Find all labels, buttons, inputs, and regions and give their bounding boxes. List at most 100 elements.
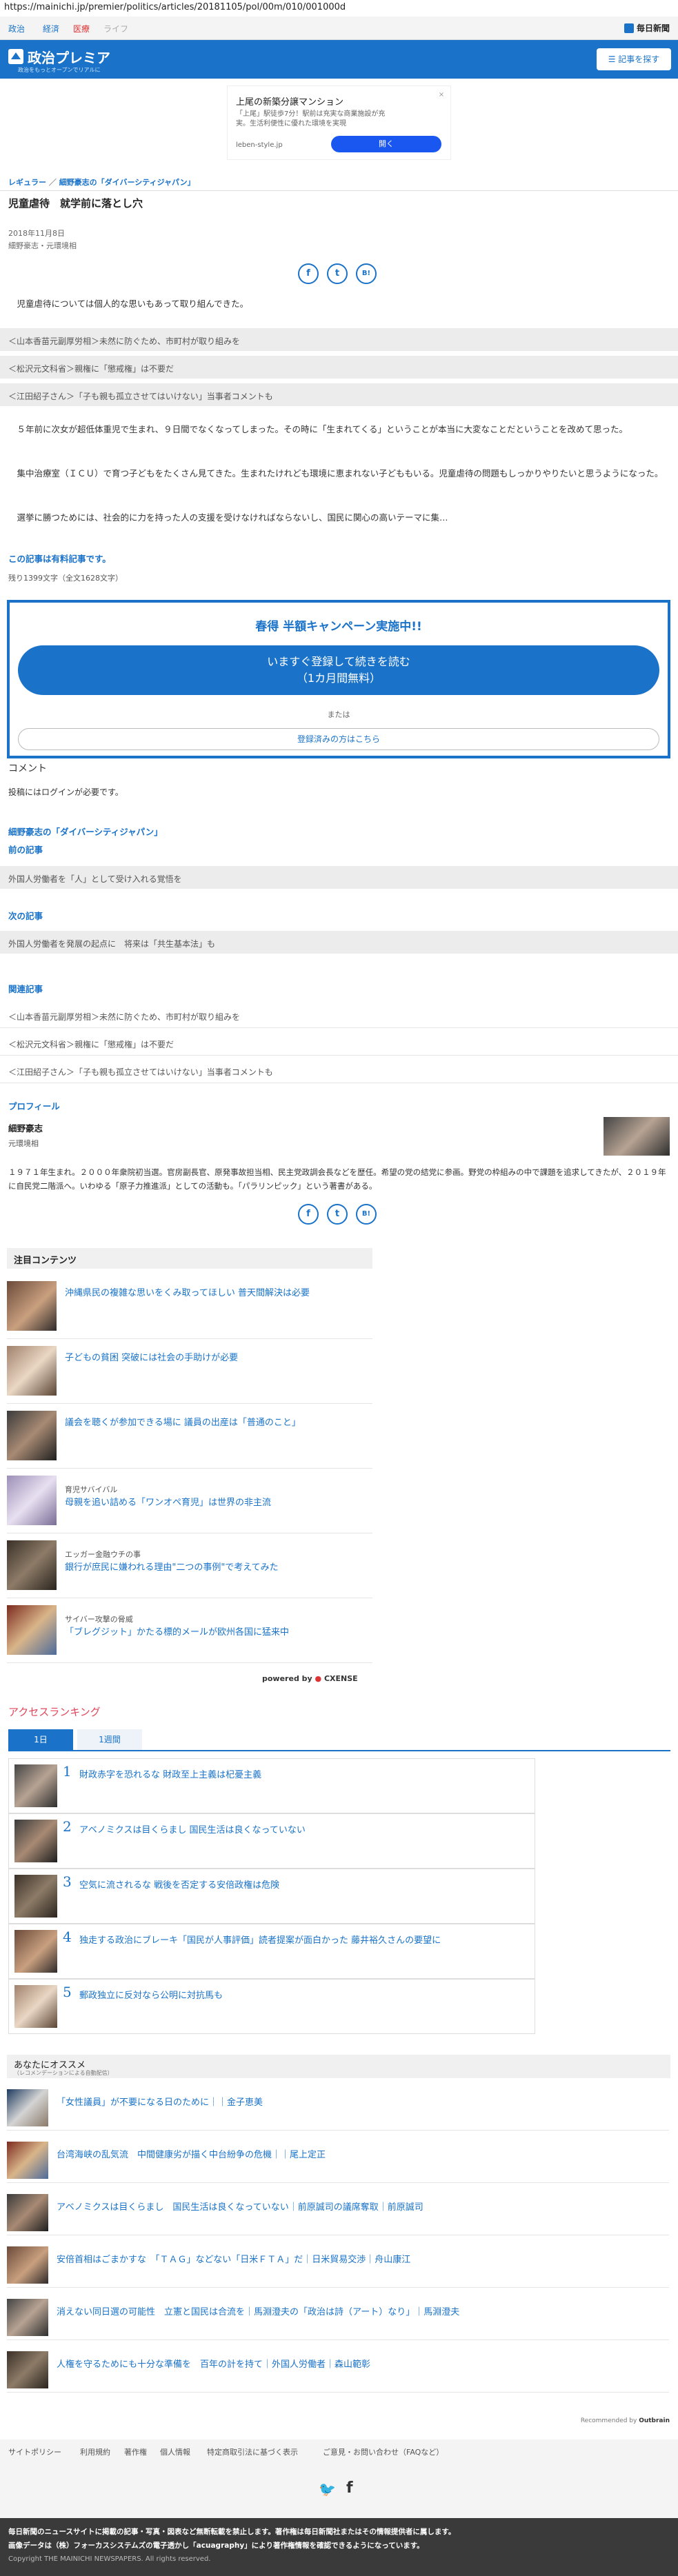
- outbrain-label: Recommended by: [580, 2417, 637, 2424]
- footer-link[interactable]: 個人情報: [160, 2446, 190, 2457]
- search-articles-button[interactable]: ☰ 記事を探す: [597, 48, 671, 70]
- divider: [0, 190, 678, 191]
- featured-item[interactable]: 沖縄県民の複雑な思いをくみ取ってほしい 普天間解決は必要: [7, 1274, 372, 1339]
- featured-item[interactable]: サイバー攻撃の脅威 「ブレグジット」かたる標的メールが欧州各国に猛来中: [7, 1598, 372, 1663]
- copyright-notice: 毎日新聞のニュースサイトに掲載の記事・写真・図表など無断転載を禁止します。著作権…: [8, 2528, 456, 2536]
- ranking-tab-day[interactable]: 1日: [8, 1729, 73, 1750]
- article-paragraph: ５年前に次女が超低体重児で生まれ、９日間でなくなってしまった。その時に「生まれて…: [17, 424, 628, 434]
- related-item[interactable]: ＜松沢元文科省＞親権に「懲戒権」は不要だ: [8, 1038, 174, 1050]
- ranking-tab-underline: [8, 1750, 670, 1751]
- prev-article-link[interactable]: 外国人労働者を「人」として受け入れる覚悟を: [0, 866, 678, 889]
- divider: [0, 1027, 678, 1028]
- recommend-subtitle: （レコメンデーションによる自動配信）: [14, 2070, 113, 2076]
- subscription-campaign: 春得 半額キャンペーン実施中!! いますぐ登録して続きを読む （1カ月間無料） …: [7, 600, 670, 758]
- recommend-item-title: 人権を守るためにも十分な準備を 百年の計を持て｜外国人労働者｜森山範彰: [57, 2359, 371, 2370]
- ranking-thumbnail: [14, 1930, 57, 1973]
- ranking-item[interactable]: 4 独走する政治にブレーキ「国民が人事評価」読者提案が面白かった 藤井裕久さんの…: [8, 1924, 535, 1979]
- outbrain-attribution[interactable]: Recommended by Outbrain: [581, 2417, 670, 2424]
- next-article-link[interactable]: 外国人労働者を発展の起点に 将来は「共生基本法」も: [0, 931, 678, 954]
- cxense-attribution[interactable]: powered by ● CXENSE: [262, 1674, 358, 1683]
- facebook-icon[interactable]: f: [346, 2479, 353, 2497]
- subscribe-button-line1: いますぐ登録して続きを読む: [267, 655, 410, 668]
- nav-item-life[interactable]: ライフ: [103, 23, 128, 34]
- footer-link[interactable]: ご意見・お問い合わせ（FAQなど）: [323, 2446, 443, 2457]
- ranking-item-title: アベノミクスは目くらまし 国民生活は良くなっていない: [79, 1825, 306, 1835]
- footer-link[interactable]: 利用規約: [80, 2446, 110, 2457]
- twitter-icon[interactable]: 🐦: [319, 2481, 336, 2497]
- twitter-share-icon[interactable]: t: [327, 263, 348, 284]
- ranking-item[interactable]: 1 財政赤字を恐れるな 財政至上主義は杞憂主義: [8, 1758, 535, 1813]
- ad-banner[interactable]: 上尾の新築分譲マンション 「上尾」駅徒歩7分！駅前は充実な商業施設が充実。生活利…: [227, 85, 451, 160]
- related-top-title: ＜山本香苗元副厚労相＞未然に防ぐため、市町村が取り組みを: [8, 336, 241, 346]
- recommend-item[interactable]: 台湾海峡の乱気流 中間健康劣が描く中台紛争の危機｜｜尾上定正: [7, 2137, 669, 2183]
- recommend-item-title: 消えない同日選の可能性 立憲と国民は合流を｜馬淵澄夫の「政治は詩（アート）なり」…: [57, 2307, 460, 2317]
- recommend-item[interactable]: 消えない同日選の可能性 立憲と国民は合流を｜馬淵澄夫の「政治は詩（アート）なり」…: [7, 2295, 669, 2340]
- comment-title: コメント: [8, 763, 47, 774]
- featured-item[interactable]: エッガー金融ウチの事 銀行が庶民に嫌われる理由"二つの事例"で考えてみた: [7, 1533, 372, 1598]
- featured-item-title: 「ブレグジット」かたる標的メールが欧州各国に猛来中: [65, 1627, 290, 1638]
- recommend-thumbnail: [7, 2089, 48, 2126]
- ranking-item[interactable]: 2 アベノミクスは目くらまし 国民生活は良くなっていない: [8, 1813, 535, 1869]
- footer-link[interactable]: 特定商取引法に基づく表示: [207, 2446, 298, 2457]
- seiji-premier-logo-icon: [8, 49, 23, 64]
- nav-item-medical[interactable]: 医療: [73, 23, 90, 34]
- ranking-tab-week[interactable]: 1週間: [77, 1729, 142, 1750]
- recommend-thumbnail: [7, 2142, 48, 2179]
- ranking-thumbnail: [14, 1875, 57, 1918]
- related-top-title: ＜松沢元文科省＞親権に「懲戒権」は不要だ: [8, 364, 175, 374]
- recommend-thumbnail: [7, 2351, 48, 2388]
- facebook-share-icon[interactable]: f: [298, 1204, 319, 1225]
- recommend-item[interactable]: アベノミクスは目くらまし 国民生活は良くなっていない｜前原誠司の議席奪取｜前原誠…: [7, 2190, 669, 2235]
- ranking-number: 2: [63, 1818, 72, 1835]
- featured-item[interactable]: 育児サバイバル 母親を追い詰める「ワンオペ育児」は世界の非主流: [7, 1469, 372, 1533]
- recommend-item[interactable]: 「女性議員」が不要になる日のために｜｜金子恵美: [7, 2085, 669, 2131]
- featured-thumbnail: [7, 1605, 57, 1655]
- featured-item-title: 銀行が庶民に嫌われる理由"二つの事例"で考えてみた: [65, 1562, 279, 1573]
- featured-item-title: 沖縄県民の複雑な思いをくみ取ってほしい 普天間解決は必要: [65, 1288, 310, 1298]
- subscribe-button[interactable]: いますぐ登録して続きを読む （1カ月間無料）: [18, 645, 659, 695]
- copyright-block: 毎日新聞のニュースサイトに掲載の記事・写真・図表など無断転載を禁止します。著作権…: [0, 2518, 678, 2576]
- mainichi-logo-icon: [624, 23, 634, 33]
- ranking-item[interactable]: 5 郵政独立に反対なら公明に対抗馬も: [8, 1979, 535, 2034]
- ad-open-button[interactable]: 開く: [331, 136, 441, 152]
- nav-item-politics[interactable]: 政治: [8, 23, 25, 34]
- ranking-title: アクセスランキング: [8, 1706, 101, 1718]
- ranking-item[interactable]: 3 空気に流されるな 戦後を否定する安倍政権は危険: [8, 1869, 535, 1924]
- related-top-row[interactable]: ＜松沢元文科省＞親権に「懲戒権」は不要だ: [0, 356, 678, 379]
- related-item[interactable]: ＜江田紹子さん＞「子も親も孤立させてはいけない」当事者コメントも: [8, 1066, 273, 1078]
- global-nav: 政治 経済 医療 ライフ 毎日新聞: [0, 17, 678, 40]
- footer-link[interactable]: 著作権: [124, 2446, 147, 2457]
- ad-close-icon[interactable]: ×: [437, 90, 446, 100]
- recommend-thumbnail: [7, 2194, 48, 2231]
- site-title[interactable]: 政治プレミア: [28, 47, 110, 67]
- hatena-bookmark-icon[interactable]: B!: [356, 263, 377, 284]
- related-top-row[interactable]: ＜山本香苗元副厚労相＞未然に防ぐため、市町村が取り組みを: [0, 328, 678, 352]
- url-text: https://mainichi.jp/premier/politics/art…: [4, 2, 346, 12]
- featured-thumbnail: [7, 1411, 57, 1460]
- profile-name: 細野豪志: [8, 1123, 43, 1134]
- recommend-item[interactable]: 安倍首相はごまかすな 「ＴＡＧ」などない「日米ＦＴＡ」だ｜日米貿易交渉｜舟山康江: [7, 2242, 669, 2288]
- related-top-row[interactable]: ＜江田紹子さん＞「子も親も孤立させてはいけない」当事者コメントも: [0, 383, 678, 407]
- login-button[interactable]: 登録済みの方はこちら: [18, 728, 659, 750]
- mainichi-brand[interactable]: 毎日新聞: [624, 22, 670, 34]
- twitter-share-icon[interactable]: t: [327, 1204, 348, 1225]
- related-item[interactable]: ＜山本香苗元副厚労相＞未然に防ぐため、市町村が取り組みを: [8, 1011, 240, 1023]
- profile-photo: [604, 1117, 670, 1156]
- footer-link[interactable]: サイトポリシー: [8, 2446, 61, 2457]
- series-label[interactable]: 細野豪志の「ダイバーシティジャパン」: [8, 825, 163, 838]
- nav-item-economy[interactable]: 経済: [43, 23, 59, 34]
- featured-item[interactable]: 議会を聴くが参加できる場に 議員の出産は「普通のこと」: [7, 1404, 372, 1469]
- ranking-item-title: 郵政独立に反対なら公明に対抗馬も: [79, 1991, 223, 2001]
- breadcrumb-series[interactable]: 細野豪志の「ダイバーシティジャパン」: [59, 178, 195, 187]
- recommend-item-title: アベノミクスは目くらまし 国民生活は良くなっていない｜前原誠司の議席奪取｜前原誠…: [57, 2202, 423, 2213]
- featured-thumbnail: [7, 1346, 57, 1396]
- breadcrumb-regular[interactable]: レギュラー: [8, 178, 46, 187]
- recommend-item[interactable]: 人権を守るためにも十分な準備を 百年の計を持て｜外国人労働者｜森山範彰: [7, 2347, 669, 2393]
- facebook-share-icon[interactable]: f: [298, 263, 319, 284]
- profile-label: プロフィール: [8, 1101, 60, 1111]
- hatena-bookmark-icon[interactable]: B!: [356, 1204, 377, 1225]
- url-bar[interactable]: https://mainichi.jp/premier/politics/art…: [0, 0, 678, 17]
- featured-item[interactable]: 子どもの貧困 突破には社会の手助けが必要: [7, 1339, 372, 1404]
- ad-title: 上尾の新築分譲マンション: [236, 97, 344, 108]
- mainichi-brand-label: 毎日新聞: [636, 23, 670, 33]
